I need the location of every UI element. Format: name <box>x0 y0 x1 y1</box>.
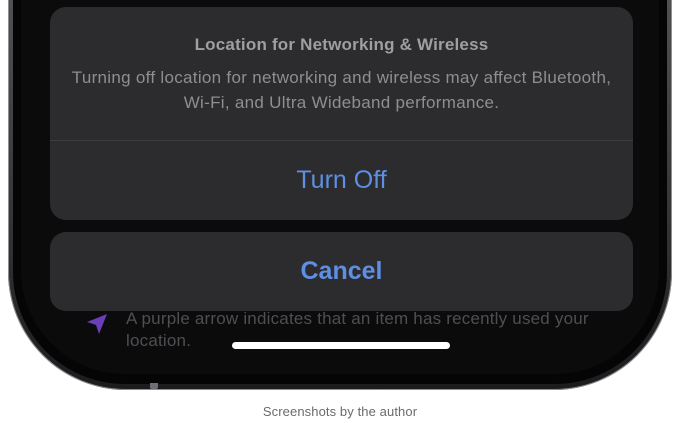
side-button <box>150 383 158 389</box>
turn-off-button[interactable]: Turn Off <box>50 141 633 220</box>
action-sheet-title: Location for Networking & Wireless <box>194 35 489 54</box>
screenshot-stage: A purple arrow indicates that an item ha… <box>0 0 680 423</box>
action-sheet-message: Turning off location for networking and … <box>71 68 612 112</box>
location-arrow-icon <box>87 314 107 334</box>
home-indicator[interactable] <box>232 342 450 349</box>
action-sheet: Location for Networking & Wireless Turni… <box>50 7 633 220</box>
image-caption: Screenshots by the author <box>262 404 418 419</box>
cancel-button[interactable]: Cancel <box>50 232 633 311</box>
